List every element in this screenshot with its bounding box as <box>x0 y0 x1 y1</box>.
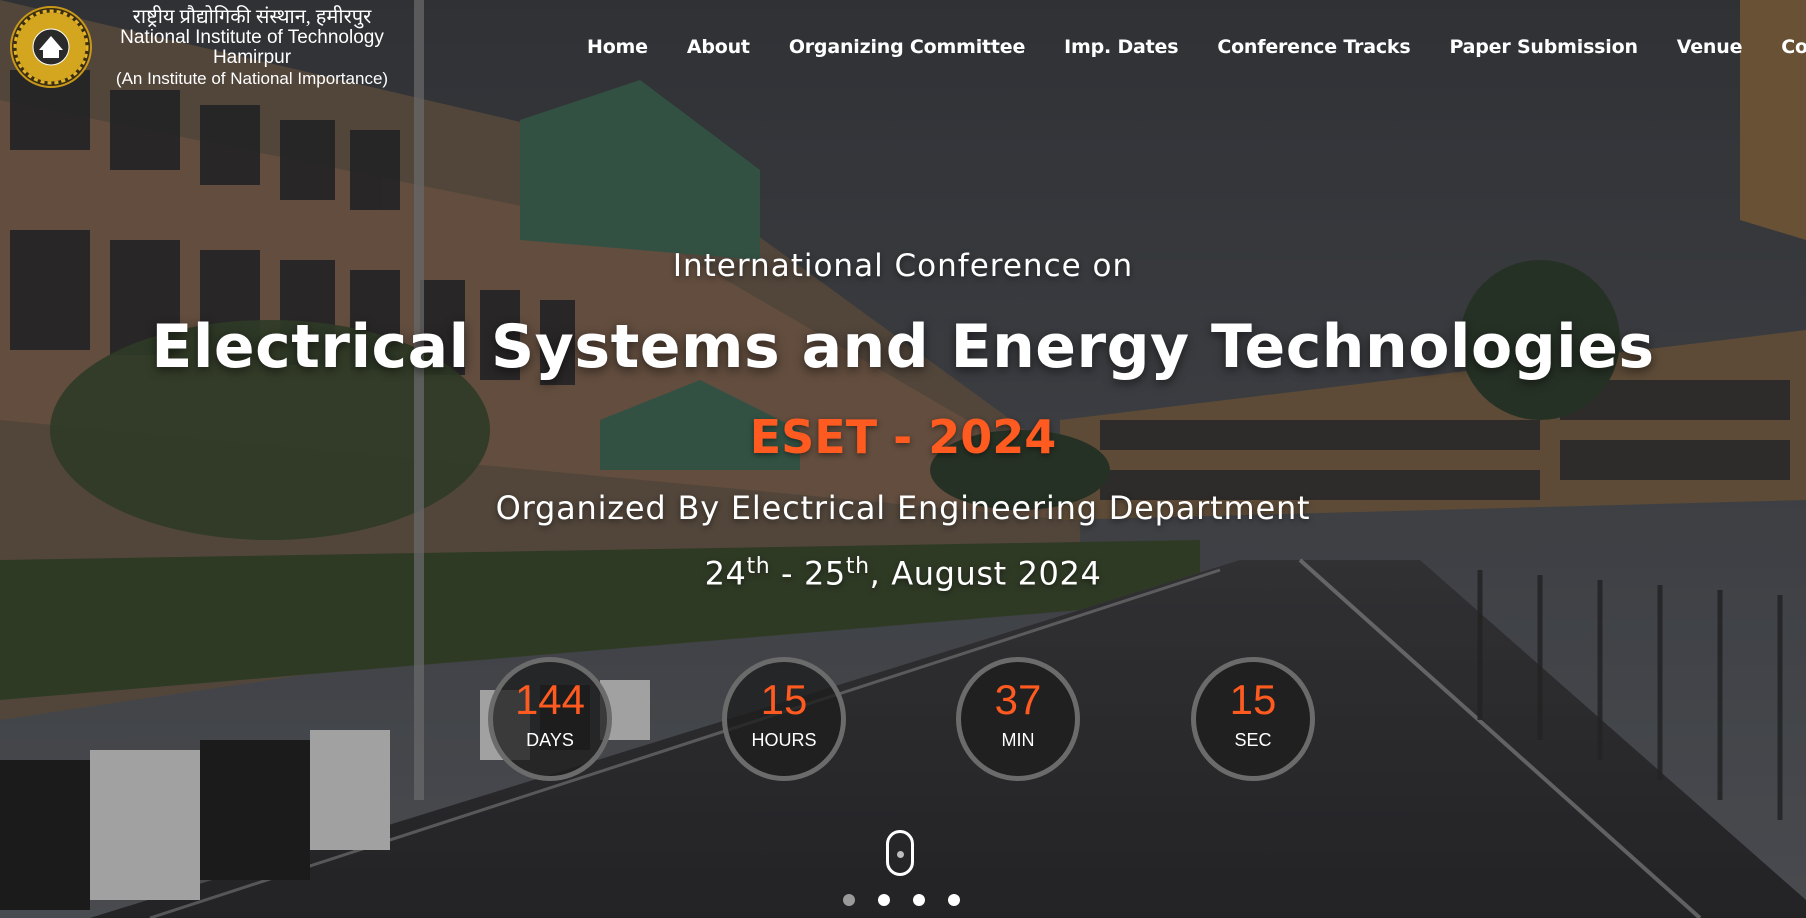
date-month-year: , August 2024 <box>869 554 1102 593</box>
scroll-down-mouse-icon[interactable] <box>886 830 914 876</box>
countdown-days: 144 DAYS <box>488 657 612 781</box>
conference-title: Electrical Systems and Energy Technologi… <box>151 312 1655 382</box>
institute-name-hindi: राष्ट्रीय प्रौद्योगिकी संस्थान, हमीरपुर <box>132 6 372 28</box>
date-end-suffix: th <box>845 554 870 579</box>
mouse-wheel-dot <box>897 851 904 858</box>
date-start-suffix: th <box>746 554 771 579</box>
carousel-dot-1[interactable] <box>843 894 855 906</box>
conference-dates: 24th - 25th, August 2024 <box>0 554 1806 593</box>
countdown-min: 37 MIN <box>956 657 1080 781</box>
countdown-hours-label: HOURS <box>751 730 817 750</box>
nav-about[interactable]: About <box>687 36 750 58</box>
carousel-dots <box>843 894 983 906</box>
countdown-min-value: 37 <box>994 676 1042 723</box>
institute-name-line2: Hamirpur <box>212 47 292 68</box>
institute-seal-icon <box>10 6 92 88</box>
countdown-hours: 15 HOURS <box>722 657 846 781</box>
nav-paper-submission[interactable]: Paper Submission <box>1449 36 1638 58</box>
carousel-dot-4[interactable] <box>948 894 960 906</box>
landing-page: राष्ट्रीय प्रौद्योगिकी संस्थान, हमीरपुर … <box>0 0 1806 918</box>
institute-name-line1: National Institute of Technology <box>120 27 384 48</box>
hero-pre-title: International Conference on <box>672 248 1134 284</box>
countdown-sec-value: 15 <box>1229 676 1277 723</box>
carousel-dot-3[interactable] <box>913 894 925 906</box>
main-nav: Home About Organizing Committee Imp. Dat… <box>587 36 1806 58</box>
institute-brand[interactable]: राष्ट्रीय प्रौद्योगिकी संस्थान, हमीरपुर … <box>10 6 402 94</box>
countdown-hours-value: 15 <box>760 676 808 723</box>
date-separator: - <box>770 554 804 593</box>
countdown-min-label: MIN <box>1001 730 1035 750</box>
date-end-day: 25 <box>803 554 846 593</box>
nav-venue[interactable]: Venue <box>1677 36 1743 58</box>
nav-organizing-committee[interactable]: Organizing Committee <box>789 36 1026 58</box>
countdown-sec: 15 SEC <box>1191 657 1315 781</box>
institute-name-block: राष्ट्रीय प्रौद्योगिकी संस्थान, हमीरपुर … <box>102 6 402 90</box>
countdown-sec-label: SEC <box>1234 730 1272 750</box>
countdown-timer: 144 DAYS 15 HOURS 37 MIN 15 SEC <box>0 657 1806 783</box>
date-start-day: 24 <box>704 554 747 593</box>
organizer-text: Organized By Electrical Engineering Depa… <box>495 489 1311 527</box>
nav-contact[interactable]: Contact <box>1781 36 1806 58</box>
conference-acronym: ESET - 2024 <box>749 410 1057 464</box>
countdown-days-label: DAYS <box>526 730 574 750</box>
nav-conference-tracks[interactable]: Conference Tracks <box>1217 36 1410 58</box>
institute-tagline: (An Institute of National Importance) <box>115 69 389 88</box>
nav-imp-dates[interactable]: Imp. Dates <box>1064 36 1178 58</box>
countdown-days-value: 144 <box>514 676 586 723</box>
nav-home[interactable]: Home <box>587 36 648 58</box>
carousel-dot-2[interactable] <box>878 894 890 906</box>
